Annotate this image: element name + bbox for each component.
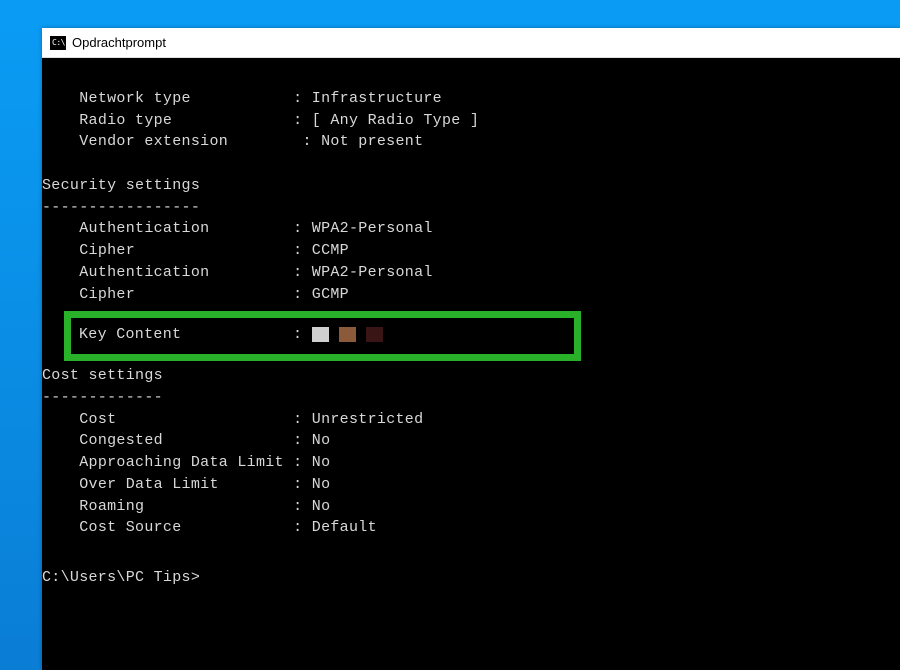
- key-content-label: Key Content: [79, 326, 181, 343]
- prompt-path: C:\Users\PC Tips>: [42, 569, 200, 586]
- roaming-value: No: [312, 498, 331, 515]
- network-type-label: Network type: [79, 90, 191, 107]
- terminal-output[interactable]: Network type : Infrastructure Radio type…: [42, 58, 900, 632]
- cost-label: Cost: [79, 411, 116, 428]
- congested-value: No: [312, 432, 331, 449]
- security-settings-heading: Security settings: [42, 177, 200, 194]
- approaching-value: No: [312, 454, 331, 471]
- authentication-2-value: WPA2-Personal: [312, 264, 433, 281]
- cost-settings-heading: Cost settings: [42, 367, 163, 384]
- network-type-value: Infrastructure: [312, 90, 442, 107]
- redacted-block-icon: [339, 327, 356, 342]
- cost-settings-divider: -------------: [42, 389, 163, 406]
- window-title: Opdrachtprompt: [72, 35, 166, 50]
- redacted-block-icon: [366, 327, 383, 342]
- authentication-2-label: Authentication: [79, 264, 209, 281]
- cipher-1-label: Cipher: [79, 242, 135, 259]
- radio-type-value: [ Any Radio Type ]: [312, 112, 479, 129]
- cipher-2-label: Cipher: [79, 286, 135, 303]
- congested-label: Congested: [79, 432, 163, 449]
- cipher-2-value: GCMP: [312, 286, 349, 303]
- cost-value: Unrestricted: [312, 411, 424, 428]
- redacted-block-icon: [312, 327, 329, 342]
- command-prompt-window: C:\ Opdrachtprompt Network type : Infras…: [42, 28, 900, 670]
- approaching-label: Approaching Data Limit: [79, 454, 284, 471]
- vendor-extension-label: Vendor extension: [79, 133, 228, 150]
- cipher-1-value: CCMP: [312, 242, 349, 259]
- cost-source-value: Default: [312, 519, 377, 536]
- security-settings-divider: -----------------: [42, 199, 200, 216]
- vendor-extension-value: Not present: [321, 133, 423, 150]
- cost-source-label: Cost Source: [79, 519, 181, 536]
- authentication-1-label: Authentication: [79, 220, 209, 237]
- key-content-highlight: Key Content :: [64, 311, 581, 361]
- radio-type-label: Radio type: [79, 112, 172, 129]
- over-limit-label: Over Data Limit: [79, 476, 219, 493]
- over-limit-value: No: [312, 476, 331, 493]
- authentication-1-value: WPA2-Personal: [312, 220, 433, 237]
- cmd-icon: C:\: [50, 36, 66, 50]
- roaming-label: Roaming: [79, 498, 144, 515]
- window-titlebar[interactable]: C:\ Opdrachtprompt: [42, 28, 900, 58]
